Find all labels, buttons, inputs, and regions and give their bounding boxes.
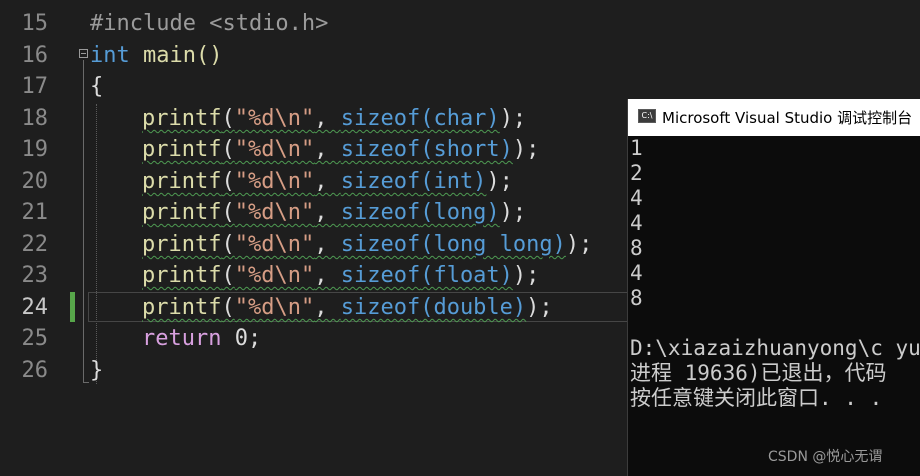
console-output-line: 8 (630, 236, 643, 260)
function-token: printf (142, 200, 222, 225)
console-output-line: 4 (630, 261, 643, 285)
keyword-token: return (142, 326, 222, 351)
close-token: ); (526, 295, 553, 320)
comma-token: , (314, 169, 341, 194)
paren-token: ( (221, 137, 235, 162)
comma-token: , (314, 263, 341, 288)
line-code: } (90, 358, 104, 383)
type-token: (float) (420, 263, 513, 288)
keyword-token: sizeof (340, 232, 421, 257)
keyword-token: sizeof (340, 137, 421, 162)
type-token: (short) (420, 137, 513, 162)
console-output-line: 2 (630, 161, 643, 185)
function-token: printf (142, 137, 222, 162)
line-code: printf("%d\n", sizeof(float)); (90, 260, 539, 291)
line-number: 17 (21, 74, 49, 99)
line-number: 24 (21, 295, 49, 320)
comma-token: , (314, 137, 341, 162)
console-path-line: D:\xiazaizhuanyong\c yu (630, 336, 920, 360)
console-output-line: 8 (630, 286, 643, 310)
keyword-token: sizeof (340, 106, 421, 131)
keyword-token: sizeof (340, 295, 421, 320)
console-output-line: 4 (630, 211, 643, 235)
line-code: #include <stdio.h> (90, 11, 329, 36)
console-output-line: 1 (630, 136, 643, 160)
line-code: { (90, 74, 104, 99)
console-title: Microsoft Visual Studio 调试控制台 (662, 109, 913, 127)
console-output-line: 4 (630, 186, 643, 210)
line-number: 19 (21, 137, 49, 162)
line-code: printf("%d\n", sizeof(char)); (90, 103, 526, 134)
line-code: printf("%d\n", sizeof(int)); (90, 166, 513, 197)
line-number: 26 (21, 358, 49, 383)
close-token: ); (486, 169, 513, 194)
comma-token: , (314, 106, 341, 131)
line-number: 22 (21, 232, 49, 257)
comma-token: , (314, 232, 341, 257)
code-line[interactable]: 16 int main() (0, 40, 920, 71)
console-titlebar[interactable]: C:\ Microsoft Visual Studio 调试控制台 (628, 99, 920, 136)
paren-token: ( (221, 169, 235, 194)
line-number: 18 (21, 106, 49, 131)
console-app-icon: C:\ (638, 109, 656, 123)
line-code: return 0; (90, 323, 261, 354)
line-number: 20 (21, 169, 49, 194)
console-exit-line: 进程 19636)已退出，代码 (630, 361, 887, 385)
paren-token: ( (221, 295, 235, 320)
string-token: "%d\n" (234, 295, 315, 320)
line-number: 21 (21, 200, 49, 225)
function-token: printf (142, 295, 222, 320)
keyword-token: int (90, 43, 130, 68)
type-token: (int) (420, 169, 487, 194)
line-code: printf("%d\n", sizeof(long)); (90, 197, 526, 228)
comma-token: , (314, 295, 341, 320)
comma-token: , (314, 200, 341, 225)
console-output[interactable]: 1 2 4 4 8 4 8 D:\xiazaizhuanyong\c yu 进程… (628, 136, 920, 476)
string-token: "%d\n" (234, 169, 315, 194)
close-token: ); (512, 137, 540, 162)
paren-token: ( (221, 232, 235, 257)
paren-token: ( (221, 200, 235, 225)
type-token: (char) (420, 106, 500, 131)
debug-console-window[interactable]: C:\ Microsoft Visual Studio 调试控制台 1 2 4 … (627, 99, 920, 476)
paren-token: ( (221, 263, 235, 288)
type-token: (long long) (420, 232, 566, 257)
line-number: 16 (21, 43, 49, 68)
string-token: "%d\n" (234, 200, 315, 225)
type-token: (long) (420, 200, 500, 225)
line-code: printf("%d\n", sizeof(short)); (90, 134, 539, 165)
function-token: printf (142, 232, 222, 257)
paren-token: ( (221, 106, 235, 131)
watermark: CSDN @悦心无谓 (768, 449, 883, 465)
line-code: printf("%d\n", sizeof(long long)); (90, 229, 592, 260)
function-token: printf (142, 169, 222, 194)
function-name-token: main() (129, 43, 223, 68)
function-token: printf (142, 263, 222, 288)
line-code: printf("%d\n", sizeof(double)); (90, 292, 553, 323)
close-token: ); (512, 263, 540, 288)
line-number: 15 (21, 11, 49, 36)
line-number: 23 (21, 263, 49, 288)
close-token: ); (499, 106, 527, 131)
type-token: (double) (420, 295, 527, 320)
function-token: printf (142, 106, 222, 131)
close-token: ); (565, 232, 593, 257)
code-line[interactable]: 15 #include <stdio.h> (0, 8, 920, 39)
code-line[interactable]: 17 { (0, 71, 920, 102)
string-token: "%d\n" (234, 263, 315, 288)
keyword-token: sizeof (340, 169, 421, 194)
line-number: 25 (21, 326, 49, 351)
string-token: "%d\n" (234, 106, 315, 131)
close-token: ); (499, 200, 527, 225)
keyword-token: sizeof (340, 263, 421, 288)
string-token: "%d\n" (234, 137, 315, 162)
console-press-key-line: 按任意键关闭此窗口. . . (630, 386, 883, 410)
line-code: int main() (90, 40, 222, 71)
string-token: "%d\n" (234, 232, 315, 257)
keyword-token: sizeof (340, 200, 421, 225)
code-text: 0; (221, 326, 262, 351)
